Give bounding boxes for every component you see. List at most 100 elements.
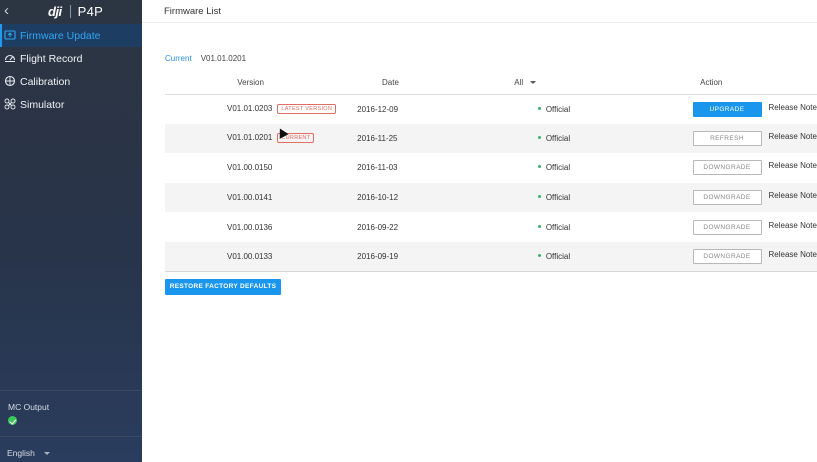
brand-divider	[69, 5, 71, 18]
mc-output-label: MC Output	[8, 402, 50, 412]
dji-logo: dji	[48, 4, 62, 19]
version-text: V01.00.0133	[227, 252, 273, 262]
app-window: ‹ dji P4P Firmware Update Flight Record	[0, 0, 817, 462]
downgrade-button[interactable]: DOWNGRADE	[692, 160, 762, 176]
type-text: Official	[545, 252, 571, 262]
flight-record-icon	[4, 54, 16, 62]
sidebar-item-label: Flight Record	[20, 52, 83, 65]
version-text: V01.00.0141	[227, 193, 273, 203]
sidebar: ‹ dji P4P Firmware Update Flight Record	[0, 0, 142, 462]
action-cell: REFRESH Release Note	[606, 124, 817, 154]
type-cell: Official	[445, 94, 606, 124]
version-text: V01.00.0136	[227, 222, 273, 232]
table-row: V01.01.0203 LATEST VERSION 2016-12-09 Off…	[165, 94, 817, 124]
release-note-link[interactable]: Release Note	[769, 250, 817, 259]
date-cell: 2016-12-09	[357, 104, 399, 114]
type-text: Official	[545, 222, 571, 232]
date-cell: 2016-10-12	[357, 193, 399, 203]
table-row: V01.00.0141 2016-10-12 Official DOWNGRAD…	[165, 182, 817, 213]
release-note-link[interactable]: Release Note	[769, 221, 817, 230]
latest-version-badge: LATEST VERSION	[277, 104, 337, 115]
back-icon[interactable]: ‹	[4, 3, 16, 19]
main-panel: Firmware List Current V01.01.0201 Versio…	[142, 0, 817, 462]
action-cell: DOWNGRADE Release Note	[605, 241, 817, 273]
version-cell: V01.00.0141	[165, 183, 336, 213]
downgrade-button[interactable]: DOWNGRADE	[692, 219, 762, 235]
sidebar-item-label: Calibration	[20, 75, 71, 88]
action-cell: DOWNGRADE Release Note	[606, 212, 817, 242]
date-cell: 2016-09-22	[357, 222, 399, 232]
restore-factory-defaults-button[interactable]: RESTORE FACTORY DEFAULTS	[165, 279, 281, 295]
type-cell: Official	[445, 153, 606, 183]
sidebar-item-label: Firmware Update	[20, 29, 101, 42]
column-action: Action	[605, 71, 817, 95]
refresh-button[interactable]: REFRESH	[692, 130, 762, 146]
table-row: V01.01.0201 CURRENT 2016-11-25 Official R…	[165, 123, 817, 154]
sidebar-item-label: Simulator	[20, 98, 65, 111]
type-text: Official	[545, 133, 571, 143]
language-select[interactable]: English	[7, 448, 50, 458]
sidebar-header: ‹ dji P4P	[0, 0, 142, 24]
sidebar-item-firmware-update[interactable]: Firmware Update	[0, 24, 142, 47]
type-text: Official	[545, 163, 571, 173]
page-title: Firmware List	[164, 6, 222, 17]
version-text: V01.00.0150	[227, 163, 273, 173]
version-cell: V01.00.0136	[165, 212, 336, 242]
column-filter[interactable]: All	[444, 71, 606, 95]
current-version-row: Current V01.01.0201	[165, 54, 246, 63]
downgrade-button[interactable]: DOWNGRADE	[692, 190, 762, 206]
brand: dji P4P	[48, 4, 103, 19]
action-cell: UPGRADE Release Note	[606, 94, 817, 124]
firmware-icon	[4, 30, 16, 40]
simulator-icon	[4, 98, 16, 110]
status-dot-icon	[537, 195, 541, 199]
type-text: Official	[545, 193, 571, 203]
release-type-filter[interactable]: All	[514, 77, 537, 87]
release-note-link[interactable]: Release Note	[769, 132, 817, 141]
release-note-link[interactable]: Release Note	[769, 191, 817, 200]
filter-value: All	[514, 77, 524, 87]
date-cell: 2016-11-25	[357, 133, 398, 143]
release-note-link[interactable]: Release Note	[769, 161, 817, 170]
firmware-table: Version Date All Action V01.01.0203 LATES…	[165, 71, 817, 273]
downgrade-button[interactable]: DOWNGRADE	[692, 249, 762, 265]
upgrade-button[interactable]: UPGRADE	[692, 101, 762, 117]
sidebar-item-simulator[interactable]: Simulator	[0, 93, 142, 116]
type-cell: Official	[445, 183, 606, 213]
sidebar-item-calibration[interactable]: Calibration	[0, 70, 142, 93]
chevron-down-icon	[43, 451, 50, 455]
action-cell: DOWNGRADE Release Note	[606, 153, 817, 183]
current-version: V01.01.0201	[200, 54, 247, 63]
status-dot-icon	[537, 254, 541, 258]
column-date: Date	[336, 71, 445, 95]
mc-output-ok-icon	[8, 416, 17, 425]
chevron-down-icon	[530, 80, 537, 84]
drone-model: P4P	[77, 4, 104, 19]
type-text: Official	[545, 104, 571, 114]
type-cell: Official	[445, 212, 606, 242]
date-cell: 2016-09-19	[336, 241, 445, 273]
release-note-link[interactable]: Release Note	[769, 103, 817, 112]
column-version: Version	[165, 71, 337, 95]
type-cell: Official	[444, 241, 606, 273]
status-dot-icon	[537, 224, 541, 228]
version-cell: V01.01.0201 CURRENT	[165, 124, 336, 154]
table-row: V01.00.0136 2016-09-22 Official DOWNGRAD…	[165, 212, 817, 242]
action-cell: DOWNGRADE Release Note	[606, 183, 817, 213]
status-dot-icon	[537, 135, 541, 139]
status-dot-icon	[537, 165, 541, 169]
version-cell: V01.00.0150	[165, 153, 336, 183]
title-divider	[142, 22, 817, 23]
date-cell: 2016-11-03	[357, 163, 398, 173]
table-header: Version Date All Action	[165, 71, 817, 95]
sidebar-divider	[0, 436, 142, 437]
status-dot-icon	[537, 106, 541, 110]
calibration-icon	[4, 75, 16, 87]
version-cell: V01.00.0133	[165, 241, 337, 273]
type-cell: Official	[445, 124, 606, 154]
sidebar-item-flight-record[interactable]: Flight Record	[0, 47, 142, 70]
table-row: V01.00.0150 2016-11-03 Official DOWNGRAD…	[165, 153, 817, 183]
version-text: V01.01.0201	[227, 133, 273, 143]
sidebar-divider	[0, 390, 142, 391]
version-cell: V01.01.0203 LATEST VERSION	[165, 94, 337, 124]
